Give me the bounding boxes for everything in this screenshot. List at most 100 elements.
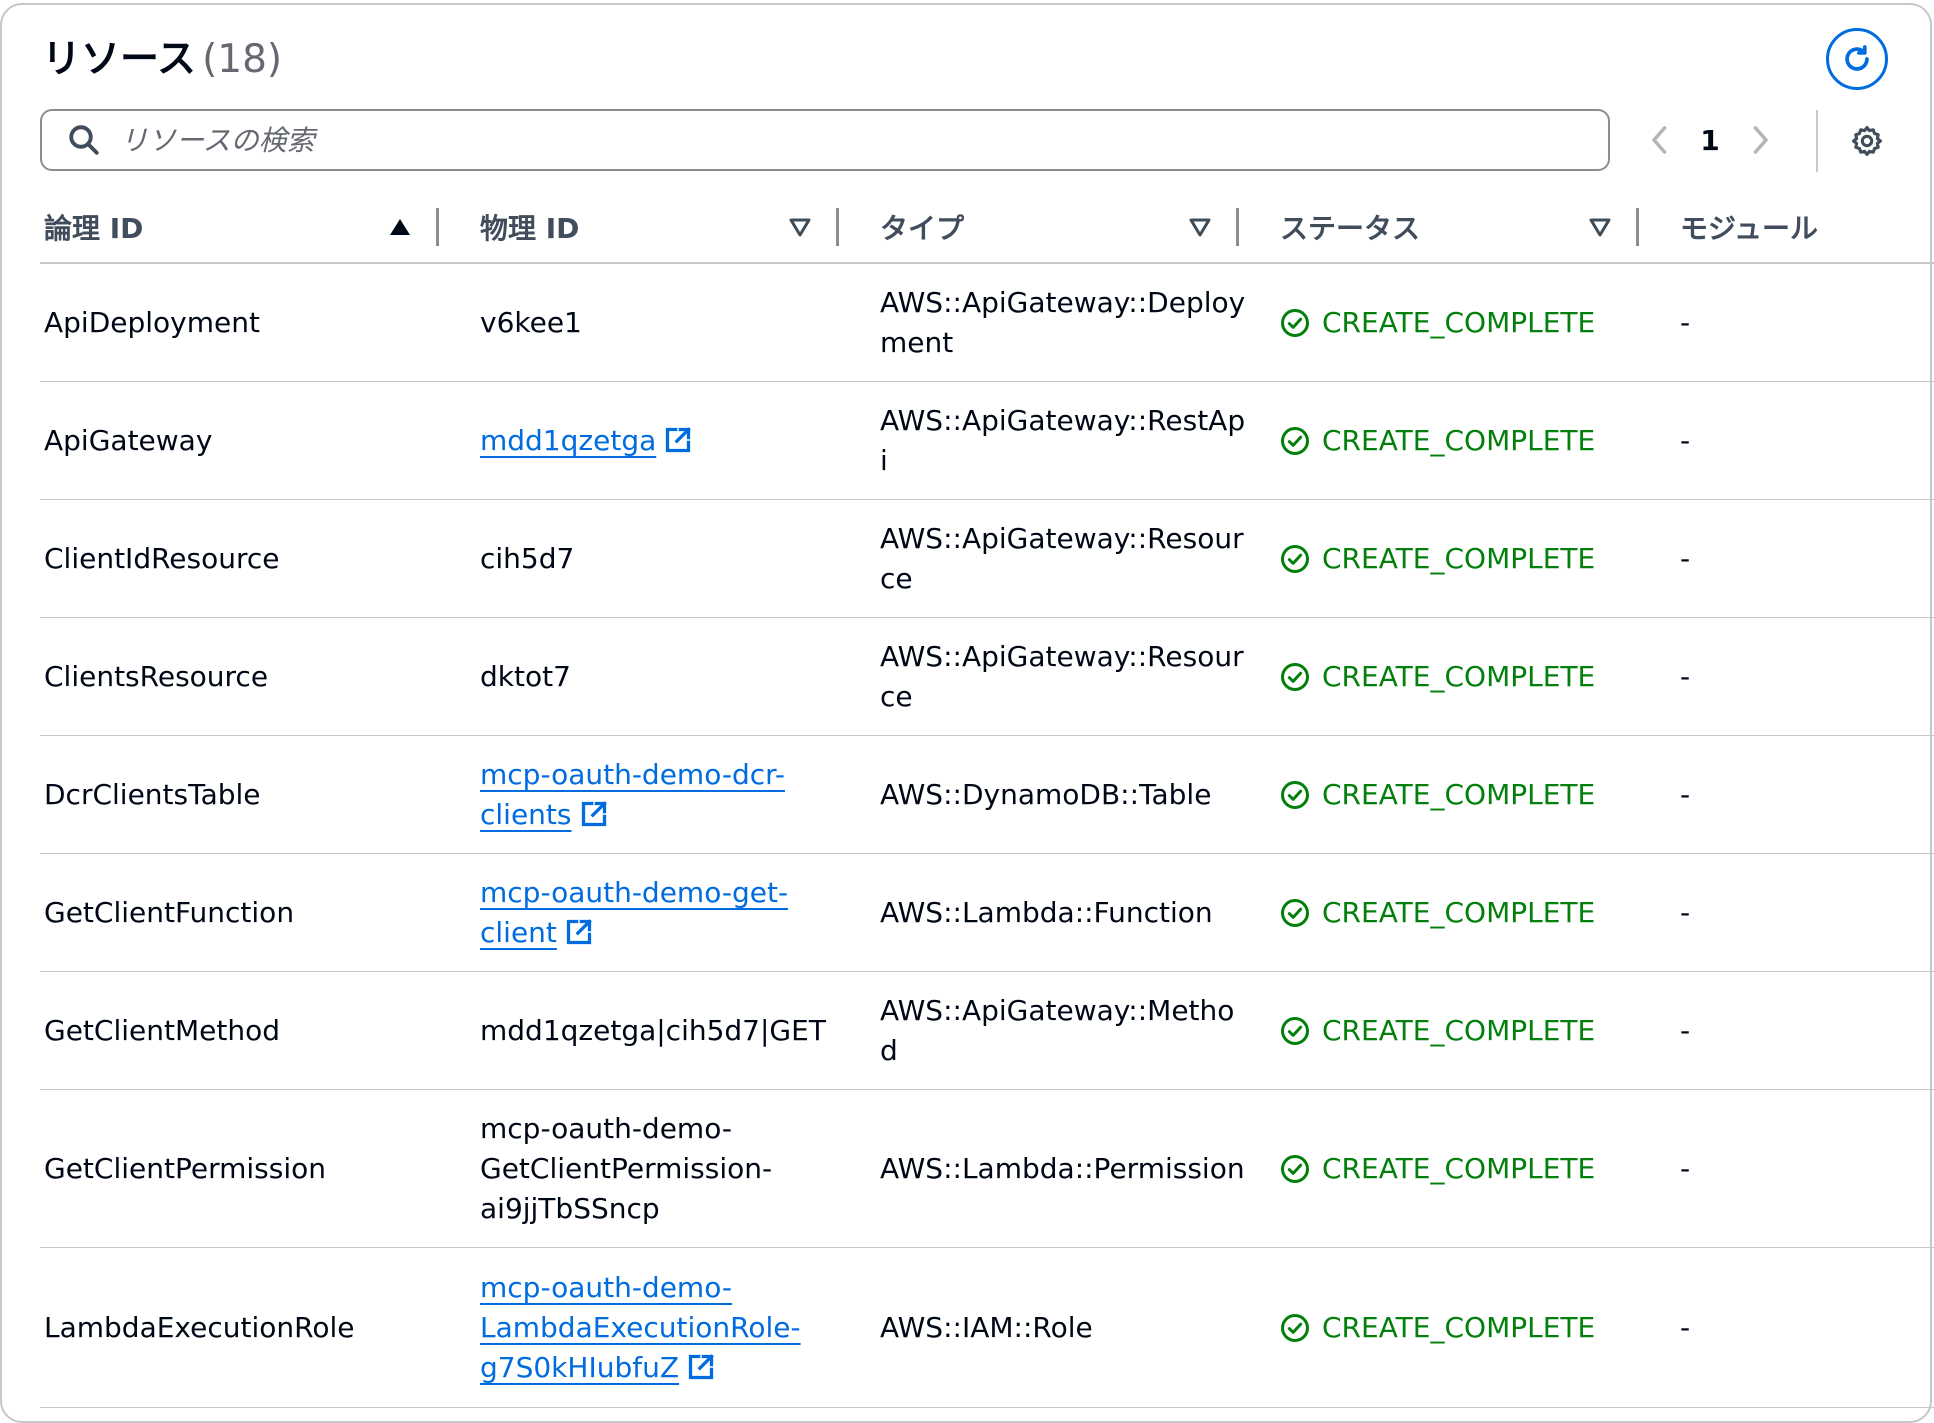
status-text: CREATE_COMPLETE bbox=[1322, 1014, 1596, 1047]
sort-ascending-icon[interactable] bbox=[388, 216, 412, 238]
status-indicator: CREATE_COMPLETE bbox=[1280, 657, 1595, 697]
panel-header: リソース (18) bbox=[42, 34, 282, 86]
resource-type: AWS::Lambda::Function bbox=[880, 896, 1213, 929]
logical-id: ClientsResource bbox=[44, 660, 269, 693]
sort-descending-icon[interactable] bbox=[1188, 216, 1212, 238]
resource-type: AWS::ApiGateway::Resource bbox=[880, 522, 1244, 595]
module-value: - bbox=[1680, 306, 1691, 339]
column-header-status[interactable]: ステータス bbox=[1280, 200, 1420, 254]
column-label: モジュール bbox=[1680, 212, 1819, 245]
logical-id-cell: DcrClientsTable bbox=[44, 736, 464, 854]
column-label: タイプ bbox=[880, 212, 965, 245]
physical-id: mdd1qzetga|cih5d7|GET bbox=[480, 1014, 826, 1047]
physical-id-link[interactable]: mcp-oauth-demo- LambdaExecutionRole-g7S0k… bbox=[480, 1268, 801, 1388]
status-indicator: CREATE_COMPLETE bbox=[1280, 775, 1595, 815]
module-cell: - bbox=[1680, 500, 1880, 618]
column-header-module: モジュール bbox=[1680, 200, 1818, 254]
sort-descending-icon[interactable] bbox=[1588, 216, 1612, 238]
status-indicator: CREATE_COMPLETE bbox=[1280, 1308, 1595, 1348]
column-header-type[interactable]: タイプ bbox=[880, 200, 964, 254]
logical-id: ApiDeployment bbox=[44, 306, 260, 339]
external-link-icon bbox=[666, 427, 692, 453]
resource-type: AWS::ApiGateway::Method bbox=[880, 994, 1235, 1067]
status-cell: CREATE_COMPLETE bbox=[1280, 972, 1680, 1090]
resource-type: AWS::Lambda::Permission bbox=[880, 1152, 1245, 1185]
page-title: リソース bbox=[42, 37, 197, 82]
external-link-icon bbox=[688, 1354, 714, 1380]
resource-count: (18) bbox=[202, 37, 283, 82]
logical-id-cell: GetClientMethod bbox=[44, 972, 464, 1090]
physical-id-cell: v6kee1 bbox=[480, 264, 840, 382]
module-cell: - bbox=[1680, 1248, 1880, 1408]
type-cell: AWS::ApiGateway::Deployment bbox=[880, 264, 1250, 382]
status-text: CREATE_COMPLETE bbox=[1322, 424, 1596, 457]
module-value: - bbox=[1680, 542, 1691, 575]
status-text: CREATE_COMPLETE bbox=[1322, 306, 1596, 339]
module-value: - bbox=[1680, 660, 1691, 693]
resource-type: AWS::IAM::Role bbox=[880, 1311, 1093, 1344]
sort-descending-icon[interactable] bbox=[788, 216, 812, 238]
module-cell: - bbox=[1680, 618, 1880, 736]
column-resizer[interactable] bbox=[1236, 208, 1239, 246]
page-number[interactable]: 1 bbox=[1680, 124, 1740, 157]
physical-id-link[interactable]: mcp-oauth-demo-dcr-clients bbox=[480, 755, 785, 835]
physical-id-link[interactable]: mdd1qzetga bbox=[480, 421, 692, 461]
type-cell: AWS::DynamoDB::Table bbox=[880, 736, 1250, 854]
preferences-button[interactable] bbox=[1844, 118, 1890, 164]
success-check-circle-icon bbox=[1281, 309, 1309, 337]
resource-type: AWS::ApiGateway::Resource bbox=[880, 640, 1244, 713]
status-text: CREATE_COMPLETE bbox=[1322, 896, 1596, 929]
status-cell: CREATE_COMPLETE bbox=[1280, 1248, 1680, 1408]
physical-id-cell: mdd1qzetga bbox=[480, 382, 840, 500]
physical-id-cell: mdd1qzetga|cih5d7|GET bbox=[480, 972, 840, 1090]
type-cell: AWS::IAM::Role bbox=[880, 1248, 1250, 1408]
logical-id: ClientIdResource bbox=[44, 542, 280, 575]
table-row: GetClientMethod mdd1qzetga|cih5d7|GET AWS:… bbox=[40, 972, 1934, 1090]
search-field[interactable] bbox=[40, 109, 1610, 171]
previous-page-button[interactable] bbox=[1640, 120, 1680, 160]
column-resizer[interactable] bbox=[436, 208, 439, 246]
logical-id-cell: ClientsResource bbox=[44, 618, 464, 736]
logical-id-cell: ClientIdResource bbox=[44, 500, 464, 618]
type-cell: AWS::ApiGateway::Method bbox=[880, 972, 1250, 1090]
type-cell: AWS::ApiGateway::Resource bbox=[880, 500, 1250, 618]
logical-id-cell: GetClientPermission bbox=[44, 1090, 464, 1248]
logical-id-cell: ApiGateway bbox=[44, 382, 464, 500]
table-row: ApiGateway mdd1qzetga AWS::ApiGateway::Res… bbox=[40, 382, 1934, 500]
physical-id: dktot7 bbox=[480, 660, 571, 693]
module-cell: - bbox=[1680, 736, 1880, 854]
refresh-icon bbox=[1845, 45, 1869, 71]
module-cell: - bbox=[1680, 264, 1880, 382]
type-cell: AWS::Lambda::Permission bbox=[880, 1090, 1250, 1248]
status-text: CREATE_COMPLETE bbox=[1322, 778, 1596, 811]
column-resizer[interactable] bbox=[836, 208, 839, 246]
column-header-logical-id[interactable]: 論理 ID bbox=[44, 200, 143, 254]
resource-type: AWS::DynamoDB::Table bbox=[880, 778, 1212, 811]
column-header-physical-id[interactable]: 物理 ID bbox=[480, 200, 579, 254]
module-cell: - bbox=[1680, 382, 1880, 500]
search-input[interactable] bbox=[118, 122, 1522, 158]
logical-id: GetClientPermission bbox=[44, 1152, 326, 1185]
next-page-button[interactable] bbox=[1740, 120, 1780, 160]
chevron-left-icon bbox=[1652, 126, 1667, 154]
table-row: GetClientPermission mcp-oauth-demo- GetCli… bbox=[40, 1090, 1934, 1248]
physical-id: cih5d7 bbox=[480, 542, 575, 575]
status-text: CREATE_COMPLETE bbox=[1322, 542, 1596, 575]
type-cell: AWS::ApiGateway::RestApi bbox=[880, 382, 1250, 500]
table-row: GetClientFunction mcp-oauth-demo-get-clie… bbox=[40, 854, 1934, 972]
pagination: 1 bbox=[1640, 108, 1780, 172]
status-cell: CREATE_COMPLETE bbox=[1280, 264, 1680, 382]
physical-id-link[interactable]: mcp-oauth-demo-get-client bbox=[480, 873, 788, 953]
module-value: - bbox=[1680, 1014, 1691, 1047]
refresh-button[interactable] bbox=[1826, 28, 1888, 90]
module-value: - bbox=[1680, 896, 1691, 929]
success-check-circle-icon bbox=[1281, 427, 1309, 455]
column-resizer[interactable] bbox=[1636, 208, 1639, 246]
physical-id-cell: mcp-oauth-demo- GetClientPermission-ai9jj… bbox=[480, 1090, 840, 1248]
module-value: - bbox=[1680, 1152, 1691, 1185]
module-value: - bbox=[1680, 424, 1691, 457]
status-cell: CREATE_COMPLETE bbox=[1280, 736, 1680, 854]
module-value: - bbox=[1680, 778, 1691, 811]
physical-id: v6kee1 bbox=[480, 306, 582, 339]
status-indicator: CREATE_COMPLETE bbox=[1280, 303, 1595, 343]
